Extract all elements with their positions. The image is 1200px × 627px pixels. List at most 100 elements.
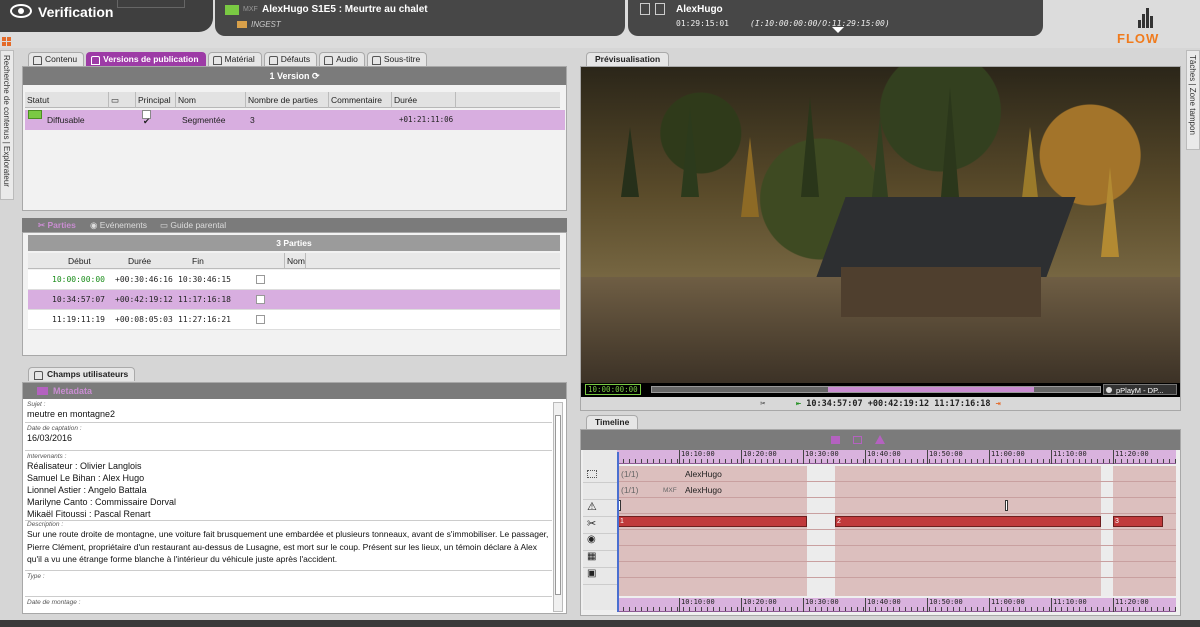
metadata-body: Sujet : meutre en montagne2 Date de capt…: [25, 401, 552, 613]
current-timecode[interactable]: 10:00:00:00: [585, 384, 641, 395]
part-segment[interactable]: 2: [835, 516, 1101, 527]
col-statut[interactable]: Statut: [25, 92, 109, 108]
part-row[interactable]: 10:34:57:07 +00:42:19:12 11:17:16:18: [28, 290, 560, 310]
col-duree[interactable]: Durée: [128, 253, 151, 269]
part-row[interactable]: 10:00:00:00 +00:30:46:16 10:30:46:15: [28, 270, 560, 290]
col-nom[interactable]: Nom: [176, 92, 246, 108]
timeline-lane[interactable]: [617, 562, 1176, 578]
timeline-ruler-top[interactable]: 10:10:00 10:20:00 10:30:00 10:40:00 10:5…: [617, 450, 1176, 464]
in-timecode: 10:34:57:07: [806, 399, 863, 409]
warning-icon[interactable]: ⚠: [583, 500, 617, 517]
eye-icon: [10, 4, 32, 18]
scissors-icon: ✂: [38, 220, 46, 230]
program-info[interactable]: MXF AlexHugo S1E5 : Meurtre au chalet IN…: [215, 0, 625, 36]
scrub-bar[interactable]: [651, 386, 1101, 393]
film-icon: [655, 3, 665, 15]
parts-columns: Début Durée Fin Nom: [28, 253, 560, 269]
part-segment[interactable]: 1: [618, 516, 807, 527]
tab-evenements[interactable]: ◉ Evénements: [90, 218, 147, 232]
screen-icon[interactable]: ▣: [583, 568, 617, 585]
timeline-playhead[interactable]: [617, 452, 619, 612]
mark-in-icon[interactable]: ⇤: [796, 399, 801, 409]
part-checkbox[interactable]: [256, 295, 265, 304]
refresh-icon[interactable]: ⟳: [312, 71, 320, 81]
part-segment[interactable]: 3: [1113, 516, 1163, 527]
timeline-lane[interactable]: (1/1) AlexHugo: [617, 466, 1176, 482]
timeline-ruler-bottom[interactable]: 10:10:00 10:20:00 10:30:00 10:40:00 10:5…: [617, 598, 1176, 612]
timeline-track-icons: ⚠ ✂ ◉ ▦ ▣: [583, 450, 617, 610]
window-controls[interactable]: [117, 0, 185, 8]
timeline-lane[interactable]: (1/1) MXF AlexHugo: [617, 482, 1176, 498]
tab-defauts[interactable]: Défauts: [263, 52, 318, 66]
mxf-badge: MXF: [243, 6, 258, 13]
tab-contenu[interactable]: Contenu: [28, 52, 85, 66]
col-principal[interactable]: Principal: [136, 92, 176, 108]
part-duree: +00:30:46:16: [115, 275, 173, 284]
scissors-icon[interactable]: ✂: [760, 399, 765, 409]
tab-timeline[interactable]: Timeline: [586, 415, 639, 429]
event-lane[interactable]: [617, 498, 1176, 514]
clapper-icon[interactable]: ▦: [583, 551, 617, 568]
image-icon[interactable]: [853, 436, 862, 444]
app-title-bar: Verification: [0, 0, 213, 32]
col-commentaire[interactable]: Commentaire: [329, 92, 392, 108]
col-parties[interactable]: Nombre de parties: [246, 92, 329, 108]
col-duree[interactable]: Durée: [392, 92, 456, 108]
part-checkbox[interactable]: [256, 275, 265, 284]
col-debut[interactable]: Début: [68, 253, 91, 269]
selection-range[interactable]: [828, 387, 1034, 392]
intervenant-item: Marilyne Canto : Commissaire Dorval: [27, 497, 177, 507]
duration-timecode: +00:42:19:12: [867, 399, 930, 409]
asset-title: AlexHugo: [676, 4, 723, 15]
metadata-scrollbar[interactable]: [553, 402, 563, 612]
tab-champs-utilisateurs[interactable]: Champs utilisateurs: [28, 367, 136, 381]
chevron-down-icon[interactable]: [832, 27, 844, 33]
asset-inout: (I:10:00:00:00/O:11:29:15:00): [750, 19, 890, 28]
description-field[interactable]: Sur une route droite de montagne, une vo…: [25, 528, 552, 566]
video-track-icon[interactable]: [583, 466, 617, 483]
asset-info[interactable]: AlexHugo 01:29:15:01 (I:10:00:00:00/O:11…: [628, 0, 1043, 36]
part-row[interactable]: 11:19:11:19 +00:08:05:03 11:27:16:21: [28, 310, 560, 330]
video-frame[interactable]: [581, 67, 1180, 383]
event-marker[interactable]: [1005, 500, 1008, 511]
parts-lane[interactable]: 1 2 3: [617, 514, 1176, 530]
eye-icon[interactable]: ◉: [583, 534, 617, 551]
clapper-icon[interactable]: [831, 436, 840, 444]
scissors-icon[interactable]: ✂: [583, 517, 617, 534]
parts-header: 3 Parties: [28, 235, 560, 251]
col-icon[interactable]: ▭: [109, 92, 136, 108]
apps-grid-icon[interactable]: [0, 35, 14, 47]
tab-audio[interactable]: Audio: [319, 52, 365, 66]
part-fin: 11:27:16:21: [178, 315, 231, 324]
scrollbar-thumb[interactable]: [555, 415, 561, 595]
col-fin[interactable]: Fin: [192, 253, 204, 269]
col-nom[interactable]: Nom: [284, 253, 306, 269]
clip-icon: [225, 5, 239, 15]
version-row[interactable]: Diffusable ✔ Segmentée 3 +01:21:11:06: [25, 110, 565, 130]
principal-checkbox[interactable]: ✔: [142, 110, 151, 126]
part-debut: 10:34:57:07: [52, 295, 105, 304]
tab-parties[interactable]: ✂ Parties: [38, 218, 76, 232]
side-tab-tasks[interactable]: Tâches | Zone tampon: [1186, 50, 1200, 150]
timeline-lane[interactable]: [617, 530, 1176, 546]
content-tabs: Contenu Versions de publication Matérial…: [28, 52, 428, 66]
tab-soustitre[interactable]: Sous-titre: [366, 52, 428, 66]
tab-previsualisation[interactable]: Prévisualisation: [586, 52, 670, 66]
program-title: AlexHugo S1E5 : Meurtre au chalet: [262, 4, 428, 15]
timeline-lane[interactable]: [617, 546, 1176, 562]
side-tab-search[interactable]: Recherche de contenus | Explorateur: [0, 50, 14, 200]
versions-panel: 1 Version ⟳ Statut ▭ Principal Nom Nombr…: [22, 66, 567, 211]
parts-panel: 3 Parties Début Durée Fin Nom 10:00:00:0…: [22, 232, 567, 356]
player-select[interactable]: pPlayM - DP...: [1103, 384, 1177, 395]
tab-material[interactable]: Matérial: [207, 52, 262, 66]
tab-versions[interactable]: Versions de publication: [86, 52, 206, 66]
tab-guide-parental[interactable]: ▭ Guide parental: [160, 218, 226, 232]
mark-out-icon[interactable]: ⇥: [996, 399, 1001, 409]
timeline-lanes[interactable]: (1/1) AlexHugo (1/1) MXF AlexHugo 1 2 3: [617, 466, 1176, 596]
part-checkbox[interactable]: [256, 315, 265, 324]
sujet-field[interactable]: meutre en montagne2: [25, 408, 552, 420]
versions-columns: Statut ▭ Principal Nom Nombre de parties…: [25, 92, 560, 108]
type-field[interactable]: [25, 580, 552, 594]
date-field[interactable]: 16/03/2016: [25, 432, 552, 444]
warning-icon[interactable]: [875, 435, 885, 444]
